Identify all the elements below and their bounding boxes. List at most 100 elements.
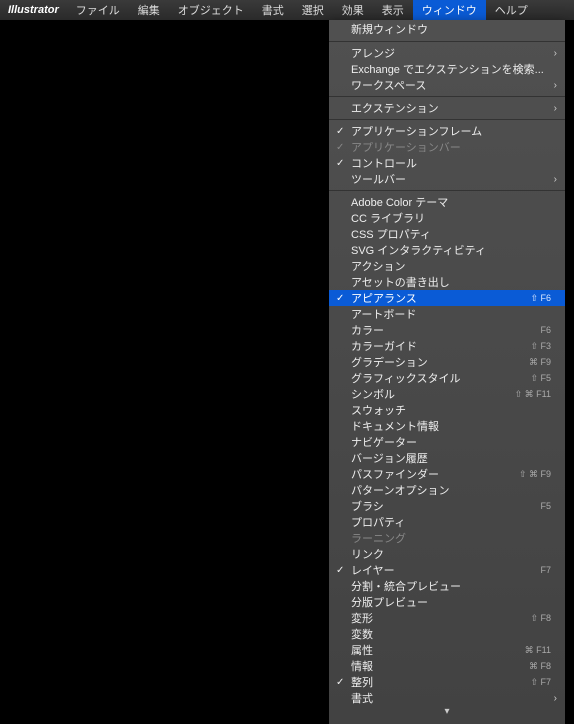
menu-item-情報[interactable]: 情報⌘ F8 — [329, 658, 565, 674]
app-logo: Illustrator — [0, 4, 67, 16]
menu-separator — [329, 119, 565, 120]
menu-item-label: 書式 — [351, 690, 373, 706]
menu-shortcut: ⇧ F8 — [530, 613, 551, 624]
menu-item-label: ラーニング — [351, 530, 406, 546]
menu-item-アレンジ[interactable]: アレンジ› — [329, 45, 565, 61]
menu-item-Adobe Color テーマ[interactable]: Adobe Color テーマ — [329, 194, 565, 210]
menu-item-label: アセットの書き出し — [351, 274, 450, 290]
menu-item-label: グラフィックスタイル — [351, 370, 460, 386]
menu-item-グラフィックスタイル[interactable]: グラフィックスタイル ⇧ F5 — [329, 370, 565, 386]
menu-書式[interactable]: 書式 — [253, 0, 293, 20]
menu-shortcut: ⇧ F5 — [530, 373, 551, 384]
menu-item-label: 新規ウィンドウ — [351, 21, 428, 37]
menu-item-label: パターンオプション — [351, 482, 449, 498]
menu-item-label: 属性 — [351, 642, 373, 658]
menu-ヘルプ[interactable]: ヘルプ — [486, 0, 537, 20]
menu-item-label: グラデーション — [351, 354, 428, 370]
menu-item-label: コントロール — [351, 155, 417, 171]
menu-選択[interactable]: 選択 — [293, 0, 333, 20]
menu-item-label: シンボル — [351, 386, 395, 402]
menu-item-属性[interactable]: 属性⌘ F11 — [329, 642, 565, 658]
menu-item-レイヤー[interactable]: ✓レイヤーF7 — [329, 562, 565, 578]
menu-item-分割・統合プレビュー[interactable]: 分割・統合プレビュー — [329, 578, 565, 594]
menu-item-スウォッチ[interactable]: スウォッチ — [329, 402, 565, 418]
menu-item-label: Exchange でエクステンションを検索... — [351, 61, 544, 77]
menu-item-バージョン履歴[interactable]: バージョン履歴 — [329, 450, 565, 466]
menu-item-変数[interactable]: 変数 — [329, 626, 565, 642]
menu-item-label: 変数 — [351, 626, 373, 642]
menu-効果[interactable]: 効果 — [333, 0, 373, 20]
menu-item-アセットの書き出し[interactable]: アセットの書き出し — [329, 274, 565, 290]
menu-item-label: ナビゲーター — [351, 434, 417, 450]
menu-item-label: バージョン履歴 — [351, 450, 428, 466]
menu-item-アクション[interactable]: アクション — [329, 258, 565, 274]
menubar: Illustrator ファイル編集オブジェクト書式選択効果表示ウィンドウヘルプ — [0, 0, 574, 20]
scroll-down-icon[interactable]: ▾ — [329, 706, 565, 720]
menu-編集[interactable]: 編集 — [129, 0, 169, 20]
menu-item-ドキュメント情報[interactable]: ドキュメント情報 — [329, 418, 565, 434]
submenu-arrow-icon: › — [554, 48, 557, 59]
menu-shortcut: F6 — [540, 325, 551, 335]
menu-shortcut: ⇧ ⌘ F11 — [515, 389, 551, 400]
menu-item-変形[interactable]: 変形⇧ F8 — [329, 610, 565, 626]
menu-separator — [329, 96, 565, 97]
menu-item-ワークスペース[interactable]: ワークスペース › — [329, 77, 565, 93]
menu-item-ナビゲーター[interactable]: ナビゲーター — [329, 434, 565, 450]
menu-item-パターンオプション[interactable]: パターンオプション — [329, 482, 565, 498]
menu-item-label: SVG インタラクティビティ — [351, 242, 486, 258]
menu-item-label: ワークスペース — [351, 77, 426, 93]
submenu-arrow-icon: › — [554, 80, 557, 91]
menu-item-label: アプリケーションバー — [351, 139, 461, 155]
check-icon: ✓ — [336, 677, 344, 688]
menu-separator — [329, 41, 565, 42]
menu-item-label: アートボード — [351, 306, 416, 322]
menu-item-label: CSS プロパティ — [351, 226, 431, 242]
menu-separator — [329, 190, 565, 191]
submenu-arrow-icon: › — [554, 174, 557, 185]
menu-shortcut: ⇧ F3 — [530, 341, 551, 352]
menu-item-ブラシ[interactable]: ブラシ F5 — [329, 498, 565, 514]
menu-item-アプリケーションバー: ✓アプリケーションバー — [329, 139, 565, 155]
menu-item-CC ライブラリ[interactable]: CC ライブラリ — [329, 210, 565, 226]
menu-item-カラーガイド[interactable]: カラーガイド ⇧ F3 — [329, 338, 565, 354]
menu-ウィンドウ[interactable]: ウィンドウ — [413, 0, 486, 20]
menu-表示[interactable]: 表示 — [373, 0, 413, 20]
menu-item-label: ツールバー — [351, 171, 406, 187]
menu-item-リンク[interactable]: リンク — [329, 546, 565, 562]
menu-item-label: プロパティ — [351, 514, 405, 530]
menu-item-アートボード[interactable]: アートボード — [329, 306, 565, 322]
menu-item-label: スウォッチ — [351, 402, 406, 418]
menu-item-整列[interactable]: ✓整列⇧ F7 — [329, 674, 565, 690]
menu-shortcut: F5 — [540, 501, 551, 511]
menu-item-シンボル[interactable]: シンボル ⇧ ⌘ F11 — [329, 386, 565, 402]
menu-ファイル[interactable]: ファイル — [67, 0, 129, 20]
menu-オブジェクト[interactable]: オブジェクト — [169, 0, 253, 20]
menu-item-パスファインダー[interactable]: パスファインダー⇧ ⌘ F9 — [329, 466, 565, 482]
menu-item-SVG インタラクティビティ[interactable]: SVG インタラクティビティ — [329, 242, 565, 258]
menu-item-アプリケーションフレーム[interactable]: ✓アプリケーションフレーム — [329, 123, 565, 139]
menu-item-Exchange でエクステンションを検索...[interactable]: Exchange でエクステンションを検索... — [329, 61, 565, 77]
menu-item-label: リンク — [351, 546, 384, 562]
check-icon: ✓ — [336, 126, 344, 137]
menu-shortcut: ⇧ F6 — [530, 293, 551, 304]
menu-item-プロパティ[interactable]: プロパティ — [329, 514, 565, 530]
menu-item-label: カラーガイド — [351, 338, 417, 354]
menu-item-分版プレビュー[interactable]: 分版プレビュー — [329, 594, 565, 610]
menu-item-グラデーション[interactable]: グラデーション ⌘ F9 — [329, 354, 565, 370]
menu-item-label: カラー — [351, 322, 384, 338]
menu-item-カラー[interactable]: カラー F6 — [329, 322, 565, 338]
check-icon: ✓ — [336, 565, 344, 576]
menu-item-label: ブラシ — [351, 498, 384, 514]
menu-item-label: 分版プレビュー — [351, 594, 428, 610]
menu-item-書式[interactable]: 書式› — [329, 690, 565, 706]
menu-item-label: CC ライブラリ — [351, 210, 425, 226]
menu-item-コントロール[interactable]: ✓コントロール — [329, 155, 565, 171]
menu-item-アピアランス[interactable]: ✓アピアランス⇧ F6 — [329, 290, 565, 306]
menu-item-CSS プロパティ[interactable]: CSS プロパティ — [329, 226, 565, 242]
menu-item-ツールバー[interactable]: ツールバー › — [329, 171, 565, 187]
menu-item-label: アクション — [351, 258, 405, 274]
menu-item-label: 情報 — [351, 658, 373, 674]
menu-item-エクステンション[interactable]: エクステンション› — [329, 100, 565, 116]
menu-item-新規ウィンドウ[interactable]: 新規ウィンドウ — [329, 20, 565, 38]
menu-shortcut: ⌘ F9 — [529, 357, 551, 368]
